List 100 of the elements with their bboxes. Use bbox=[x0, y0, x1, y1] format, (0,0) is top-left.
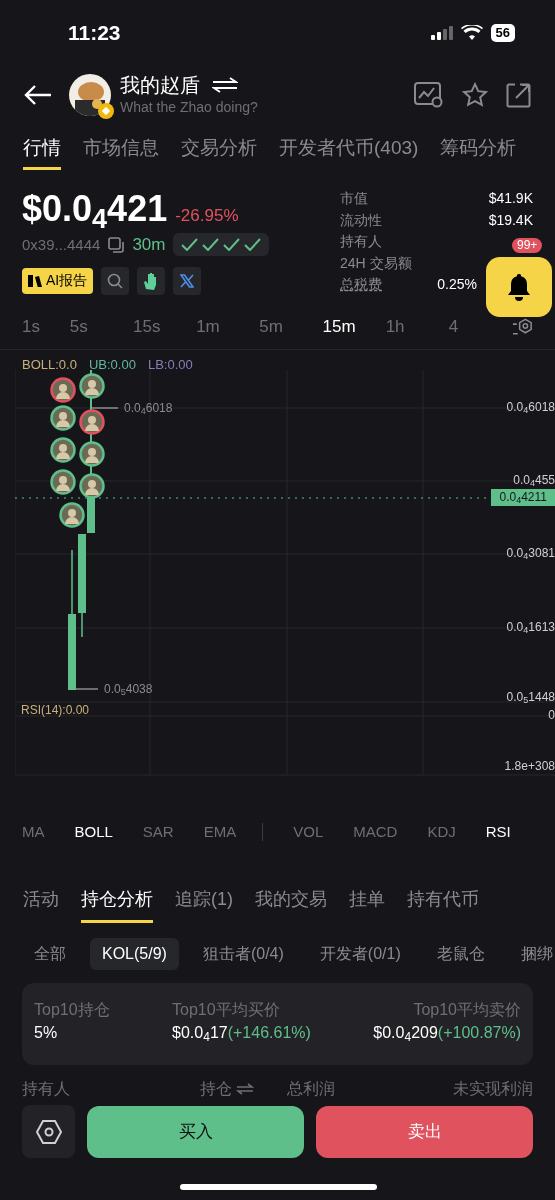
timeframe-tab[interactable]: 5m bbox=[259, 314, 323, 340]
swap-icon[interactable] bbox=[212, 76, 238, 93]
token-subtitle: What the Zhao doing? bbox=[120, 97, 258, 117]
copy-icon[interactable] bbox=[108, 236, 125, 253]
coin-badge-icon bbox=[98, 103, 114, 119]
tab[interactable]: 追踪(1) bbox=[175, 879, 233, 923]
timeframe-tab[interactable]: 1m bbox=[196, 314, 260, 340]
summary-value: $0.0$_{4}$209 bbox=[373, 1024, 438, 1041]
back-icon[interactable] bbox=[24, 85, 52, 105]
price-change: -26.95% bbox=[175, 205, 239, 227]
stat-label: 市值 bbox=[340, 189, 368, 208]
indicator-tab[interactable]: KDJ bbox=[427, 820, 456, 844]
timeframe-tab[interactable]: 5s bbox=[69, 314, 133, 340]
indicator-tab[interactable]: RSI bbox=[485, 820, 511, 844]
search-icon bbox=[107, 272, 124, 289]
notification-badge: 99+ bbox=[512, 238, 543, 253]
tab[interactable]: 持仓分析 bbox=[81, 879, 153, 923]
tab[interactable]: 活动 bbox=[23, 879, 59, 923]
settings-icon bbox=[35, 1119, 62, 1144]
leader-line bbox=[75, 688, 99, 690]
legend-label: BOLL:0.0 bbox=[22, 356, 77, 374]
indicator-tab[interactable]: VOL bbox=[293, 820, 324, 844]
buy-button[interactable]: 买入 bbox=[87, 1105, 304, 1158]
tab[interactable]: 持有代币 bbox=[407, 879, 479, 923]
stat-label: 24H 交易额 bbox=[340, 253, 412, 273]
status-time: 11:23 bbox=[68, 20, 121, 47]
timeframe-tab[interactable]: 4 bbox=[448, 314, 512, 340]
indicator-tab[interactable]: SAR bbox=[142, 820, 174, 844]
filter-chip[interactable]: 狙击者(0/4) bbox=[190, 938, 296, 970]
swap-icon bbox=[236, 1083, 254, 1095]
indicator-tab[interactable]: MA bbox=[22, 820, 45, 844]
current-price-tag: 0.0$_{4}$4211 bbox=[491, 489, 555, 506]
star-icon[interactable] bbox=[462, 82, 488, 108]
indicator-tab[interactable]: BOLL bbox=[74, 820, 113, 844]
tab[interactable]: 我的交易 bbox=[255, 879, 327, 923]
notification-button[interactable] bbox=[486, 257, 552, 317]
low-price-label: 0.0$_{5}$4038 bbox=[104, 681, 153, 698]
filter-chip[interactable]: 开发者(0/1) bbox=[307, 938, 413, 970]
x-logo-icon bbox=[180, 273, 195, 288]
axis-label: 0 bbox=[548, 707, 555, 724]
summary-label: Top10平均卖价 bbox=[413, 1000, 521, 1020]
column-header: 总利润 bbox=[287, 1079, 335, 1099]
stat-value: $19.4K bbox=[488, 210, 533, 230]
leader-line bbox=[91, 407, 119, 409]
column-header[interactable]: 持仓 bbox=[200, 1077, 254, 1101]
summary-label: Top10持仓 bbox=[34, 1000, 110, 1020]
x-button[interactable] bbox=[173, 266, 202, 295]
summary-value: $0.0$_{4}$17 bbox=[172, 1024, 228, 1041]
tab[interactable]: 挂单 bbox=[349, 879, 385, 923]
axis-label: 1.8e+308 bbox=[504, 758, 555, 775]
filter-chip[interactable]: 全部 bbox=[22, 938, 78, 970]
timeframe-tab[interactable]: 15m bbox=[322, 314, 386, 340]
stat-value: 0.25% bbox=[437, 275, 477, 294]
hand-button[interactable] bbox=[137, 266, 166, 295]
tab[interactable]: 交易分析 bbox=[181, 130, 257, 170]
sell-button[interactable]: 卖出 bbox=[316, 1105, 533, 1158]
share-icon[interactable] bbox=[506, 82, 531, 108]
stat-label: 总税费 bbox=[340, 275, 382, 294]
tab[interactable]: 市场信息 bbox=[83, 130, 159, 170]
timeframe-tab[interactable]: 15s bbox=[133, 314, 197, 340]
signal-icon bbox=[430, 26, 453, 40]
stat-value: $41.9K bbox=[488, 189, 533, 208]
timeframe-tab[interactable]: 1h bbox=[385, 314, 449, 340]
axis-label: 0.0$_{5}$1448 bbox=[506, 689, 555, 706]
column-header: 未实现利润 bbox=[453, 1079, 533, 1099]
timeframe-tab[interactable]: 1s bbox=[22, 314, 70, 340]
high-price-label: 0.0$_{4}$6018 bbox=[124, 400, 173, 417]
ai-report-button[interactable]: AI报告 bbox=[22, 267, 94, 294]
legend-label: LB:0.00 bbox=[147, 356, 193, 374]
stat-label: 流动性 bbox=[340, 210, 382, 230]
summary-value: 5% bbox=[34, 1024, 58, 1041]
legend-label: UB:0.00 bbox=[88, 356, 136, 374]
filter-chip[interactable]: 捆绑 bbox=[508, 938, 555, 970]
axis-label: 0.0$_{4}$3081 bbox=[506, 545, 555, 562]
tab[interactable]: 行情 bbox=[23, 130, 61, 170]
axis-label: 0.0$_{4}$6018 bbox=[506, 399, 555, 416]
tab[interactable]: 开发者代币(403) bbox=[279, 130, 419, 170]
settings-button[interactable] bbox=[22, 1105, 75, 1158]
contract-address: 0x39...4444 bbox=[22, 234, 101, 255]
chart-settings-icon[interactable] bbox=[511, 318, 533, 336]
summary-label: Top10平均买价 bbox=[172, 1000, 281, 1020]
book-icon bbox=[28, 274, 42, 287]
axis-label: 0.0$_{4}$1613 bbox=[506, 619, 555, 636]
summary-change: (+146.61%) bbox=[227, 1024, 311, 1041]
summary-change: (+100.87%) bbox=[437, 1024, 521, 1041]
stat-label: 持有人 bbox=[340, 232, 382, 251]
filter-chip[interactable]: 老鼠仓 bbox=[424, 938, 497, 970]
wifi-icon bbox=[460, 25, 483, 41]
column-header: 持有人 bbox=[22, 1079, 71, 1099]
chart-watch-icon[interactable] bbox=[414, 82, 444, 108]
filter-chip[interactable]: KOL(5/9) bbox=[90, 938, 179, 970]
tab[interactable]: 筹码分析 bbox=[440, 130, 517, 170]
bell-icon bbox=[506, 273, 532, 301]
axis-label: 0.0$_{4}$455 bbox=[513, 472, 555, 489]
token-age: 30m bbox=[132, 234, 166, 256]
battery-indicator: 56 bbox=[490, 24, 515, 42]
indicator-tab[interactable]: EMA bbox=[203, 820, 237, 844]
token-title: 我的赵盾 bbox=[120, 72, 200, 97]
indicator-tab[interactable]: MACD bbox=[353, 820, 398, 844]
search-button[interactable] bbox=[101, 266, 130, 295]
